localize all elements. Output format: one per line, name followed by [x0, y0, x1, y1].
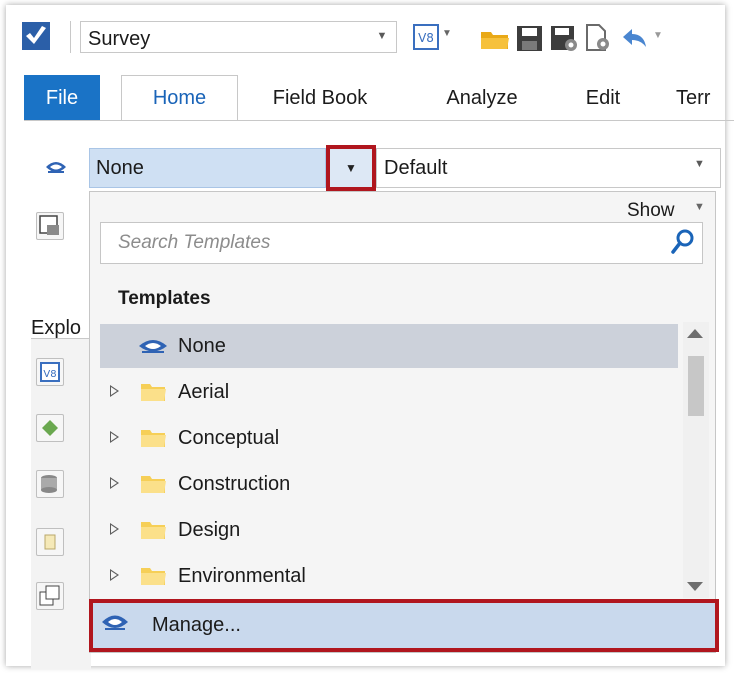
- scroll-down-icon[interactable]: [687, 582, 703, 591]
- undo-icon[interactable]: [622, 27, 648, 49]
- expand-arrow-icon[interactable]: [110, 569, 119, 581]
- scrollbar-thumb[interactable]: [688, 356, 704, 416]
- template-select-value: None: [96, 157, 144, 179]
- folder-item-conceptual[interactable]: Conceptual: [100, 416, 678, 460]
- save-settings-icon[interactable]: [550, 25, 578, 52]
- v8-icon[interactable]: V8: [413, 24, 439, 50]
- search-icon[interactable]: [670, 228, 696, 256]
- tab-edit[interactable]: Edit: [572, 75, 634, 121]
- expand-arrow-icon[interactable]: [110, 431, 119, 443]
- tab-analyze[interactable]: Analyze: [432, 75, 532, 121]
- folder-label: Environmental: [178, 565, 306, 587]
- v8-explorer-icon[interactable]: V8: [36, 358, 64, 386]
- search-placeholder: Search Templates: [118, 232, 271, 253]
- folder-label: Aerial: [178, 381, 230, 403]
- folder-icon: [140, 428, 168, 448]
- templates-section-header: Templates: [118, 288, 211, 309]
- app-logo-icon[interactable]: [22, 22, 50, 50]
- template-item-none[interactable]: None: [100, 324, 678, 368]
- feature-definition-icon: [136, 337, 170, 357]
- ribbon-divider: [24, 120, 734, 121]
- manage-label: Manage...: [152, 614, 241, 636]
- folder-label: Design: [178, 519, 241, 541]
- workflow-value: Survey: [88, 28, 151, 50]
- toolbar-divider: [70, 21, 71, 53]
- cylinder-icon[interactable]: [36, 528, 64, 556]
- tab-home[interactable]: Home: [121, 75, 238, 121]
- folder-label: Construction: [178, 473, 291, 495]
- svg-text:V8: V8: [418, 31, 434, 45]
- folder-item-environmental[interactable]: Environmental: [100, 554, 678, 598]
- open-folder-icon[interactable]: [480, 28, 510, 50]
- template-dropdown-button[interactable]: ▼: [326, 145, 376, 191]
- feature-definition-icon: [100, 612, 130, 634]
- expand-arrow-icon[interactable]: [110, 385, 119, 397]
- chevron-down-icon[interactable]: ▼: [442, 28, 452, 39]
- explorer-panel: [31, 338, 91, 669]
- level-select-value: Default: [384, 157, 448, 179]
- tab-field-book[interactable]: Field Book: [262, 75, 378, 121]
- folder-icon: [140, 566, 168, 586]
- tab-file[interactable]: File: [24, 75, 100, 121]
- save-icon[interactable]: [516, 25, 543, 52]
- chevron-down-icon[interactable]: ▼: [653, 30, 663, 41]
- caret-down-icon: ▼: [345, 161, 357, 175]
- tab-terrain[interactable]: Terr: [676, 75, 728, 121]
- folder-icon: [140, 474, 168, 494]
- chevron-down-icon[interactable]: ▼: [694, 201, 705, 213]
- folder-item-construction[interactable]: Construction: [100, 462, 678, 506]
- place-tool-button[interactable]: [36, 212, 64, 240]
- models-icon[interactable]: [36, 582, 64, 610]
- folder-item-aerial[interactable]: Aerial: [100, 370, 678, 414]
- feature-definition-icon: [44, 159, 68, 179]
- chevron-down-icon[interactable]: ▼: [370, 26, 394, 46]
- folder-item-design[interactable]: Design: [100, 508, 678, 552]
- file-properties-icon[interactable]: [584, 24, 612, 52]
- expand-arrow-icon[interactable]: [110, 477, 119, 489]
- levels-icon[interactable]: [36, 414, 64, 442]
- svg-text:V8: V8: [43, 369, 56, 380]
- explorer-label: Explo: [31, 317, 82, 339]
- template-item-label: None: [178, 335, 226, 357]
- folder-icon: [140, 520, 168, 540]
- folder-icon: [140, 382, 168, 402]
- chevron-down-icon[interactable]: ▼: [694, 158, 705, 170]
- scroll-up-icon[interactable]: [687, 329, 703, 338]
- show-filter-label[interactable]: Show: [627, 200, 675, 222]
- expand-arrow-icon[interactable]: [110, 523, 119, 535]
- database-icon[interactable]: [36, 470, 64, 498]
- folder-label: Conceptual: [178, 427, 280, 449]
